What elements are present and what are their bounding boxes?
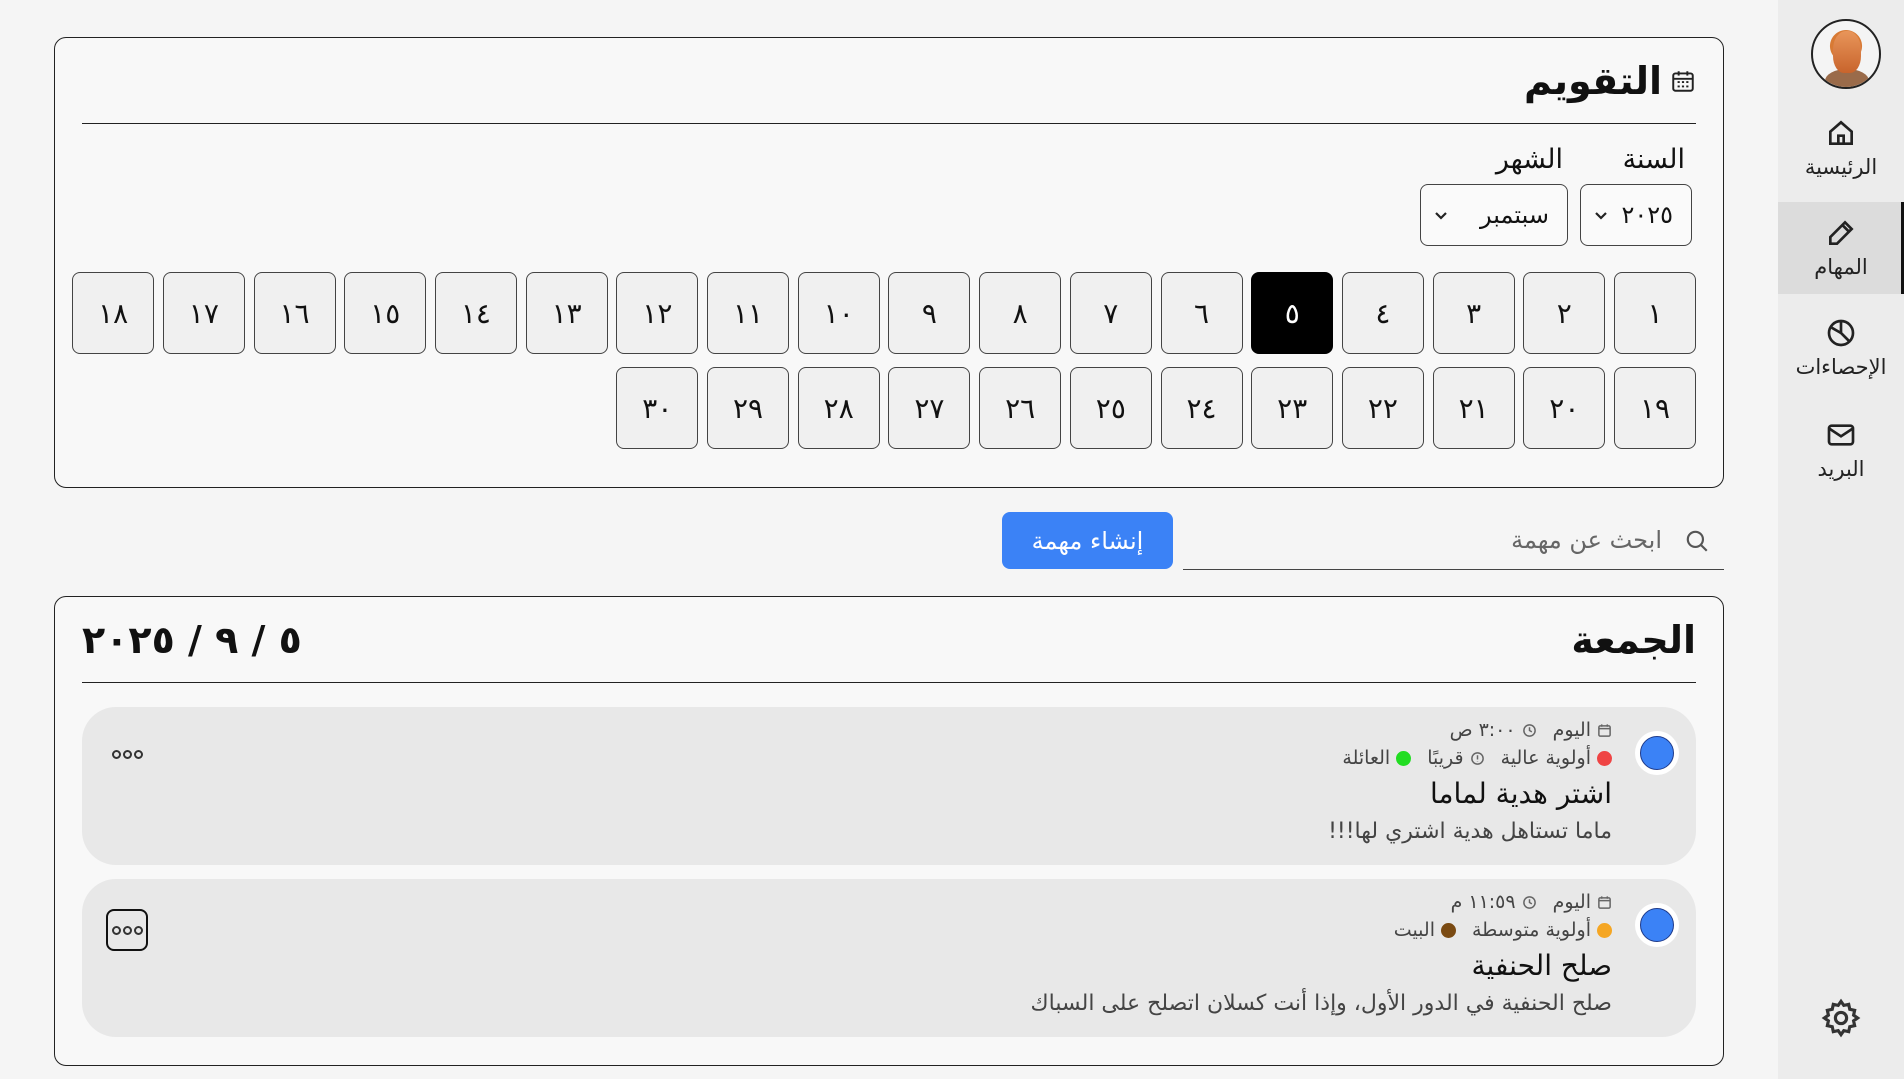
- pencil-icon: [1829, 220, 1854, 245]
- chevron-down-icon: [1435, 212, 1447, 220]
- calendar-day-button[interactable]: ٢٤: [1160, 367, 1243, 449]
- chart-pie-icon: [1827, 319, 1855, 347]
- task-more-button[interactable]: [106, 733, 148, 775]
- task-tags-row: أولوية متوسطة البيت: [1394, 919, 1612, 941]
- calendar-day-button[interactable]: ٢٣: [1251, 367, 1334, 449]
- priority-dot: [1597, 922, 1612, 938]
- sidebar-item-mail[interactable]: البريد: [1778, 404, 1904, 496]
- day-name: الجمعة: [1571, 617, 1696, 662]
- month-label: الشهر: [1495, 144, 1563, 175]
- calendar-day-button[interactable]: ١٣: [525, 272, 608, 354]
- calendar-day-button[interactable]: ٢٧: [888, 367, 971, 449]
- task-category: البيت: [1393, 919, 1435, 941]
- alert-icon: [1470, 751, 1484, 765]
- calendar-day-button[interactable]: ٦: [1160, 272, 1243, 354]
- year-label: السنة: [1622, 144, 1685, 175]
- calendar-day-button[interactable]: ٢٢: [1341, 367, 1424, 449]
- calendar-day-button[interactable]: ١٩: [1614, 367, 1696, 449]
- calendar-day-button[interactable]: ١٦: [253, 272, 336, 354]
- calendar-day-button[interactable]: ١: [1614, 272, 1696, 354]
- search-icon: [1686, 530, 1708, 552]
- task-date: اليوم: [1552, 891, 1591, 913]
- task-tags-row: أولوية عالية قريبًا العائلة: [1342, 747, 1612, 769]
- sidebar-item-home[interactable]: الرئيسية: [1778, 102, 1904, 194]
- calendar-day-button[interactable]: ٤: [1341, 272, 1424, 354]
- sidebar-item-label: البريد: [1817, 457, 1865, 481]
- task-complete-toggle[interactable]: [1635, 903, 1679, 947]
- sidebar: الرئيسية المهام الإحصاءات البريد: [1778, 0, 1904, 1079]
- task-priority: أولوية عالية: [1500, 747, 1591, 769]
- task-time: ١١:٥٩ م: [1450, 891, 1516, 913]
- home-icon: [1829, 120, 1853, 145]
- task-time: ٣:٠٠ ص: [1449, 719, 1516, 741]
- calendar-day-button[interactable]: ١٠: [797, 272, 880, 354]
- task-description: ماما تستاهل هدية اشتري لها!!!: [1328, 819, 1612, 844]
- calendar-day-button[interactable]: ١٥: [344, 272, 427, 354]
- sidebar-item-label: المهام: [1814, 255, 1868, 279]
- calendar-day-button[interactable]: ٣: [1432, 272, 1515, 354]
- calendar-day-button[interactable]: ٥: [1251, 272, 1334, 354]
- calendar-icon: [1598, 723, 1611, 737]
- calendar-day-button[interactable]: ١٨: [72, 272, 155, 354]
- task-more-button[interactable]: [106, 909, 148, 951]
- calendar-day-button[interactable]: ٧: [1069, 272, 1152, 354]
- calendar-title: التقويم: [1523, 58, 1662, 103]
- sidebar-item-tasks[interactable]: المهام: [1778, 202, 1904, 294]
- category-dot: [1441, 922, 1456, 938]
- calendar-day-button[interactable]: ١٤: [434, 272, 517, 354]
- task-priority: أولوية متوسطة: [1472, 919, 1591, 941]
- task-title: صلح الحنفية: [1471, 949, 1612, 982]
- category-dot: [1396, 750, 1412, 766]
- calendar-day-button[interactable]: ٢٥: [1069, 367, 1152, 449]
- create-task-button[interactable]: إنشاء مهمة: [1002, 512, 1173, 569]
- mail-icon: [1827, 424, 1855, 446]
- year-select[interactable]: ٢٠٢٥: [1580, 184, 1692, 246]
- calendar-icon: [1598, 895, 1611, 909]
- calendar-day-button[interactable]: ٢٦: [979, 367, 1062, 449]
- task-due: قريبًا: [1427, 747, 1464, 769]
- task-description: صلح الحنفية في الدور الأول، وإذا أنت كسل…: [1030, 991, 1612, 1016]
- calendar-day-button[interactable]: ١١: [707, 272, 789, 354]
- task-complete-toggle[interactable]: [1635, 731, 1679, 775]
- month-select[interactable]: سبتمبر: [1420, 184, 1568, 246]
- sidebar-item-label: الرئيسية: [1804, 155, 1878, 179]
- search-box: [1183, 512, 1724, 570]
- priority-dot: [1597, 750, 1612, 766]
- calendar-day-button[interactable]: ٢: [1523, 272, 1606, 354]
- tasks-header: الجمعة ٥ / ٩ / ٢٠٢٥: [82, 597, 1696, 683]
- avatar[interactable]: [1811, 19, 1881, 89]
- selected-date: ٥ / ٩ / ٢٠٢٥: [82, 617, 302, 662]
- calendar-day-button[interactable]: ٢١: [1432, 367, 1515, 449]
- chevron-down-icon: [1595, 212, 1607, 220]
- search-input[interactable]: [1242, 522, 1662, 558]
- calendar-day-button[interactable]: ٨: [979, 272, 1062, 354]
- sidebar-item-stats[interactable]: الإحصاءات: [1778, 302, 1904, 394]
- task-item[interactable]: اليوم ١١:٥٩ م أولوية متوسطة البيت صلح ال…: [82, 879, 1696, 1037]
- calendar-day-button[interactable]: ١٢: [616, 272, 699, 354]
- calendar-day-button[interactable]: ٣٠: [616, 367, 699, 449]
- task-meta-row: اليوم ١١:٥٩ م: [1451, 891, 1612, 913]
- sidebar-item-label: الإحصاءات: [1795, 355, 1887, 379]
- task-title: اشتر هدية لماما: [1430, 777, 1612, 810]
- year-select-value: ٢٠٢٥: [1621, 201, 1673, 229]
- settings-button[interactable]: [1820, 997, 1862, 1039]
- calendar-day-button[interactable]: ١٧: [162, 272, 245, 354]
- calendar-day-button[interactable]: ٢٨: [797, 367, 880, 449]
- task-date: اليوم: [1552, 719, 1591, 741]
- task-meta-row: اليوم ٣:٠٠ ص: [1450, 719, 1612, 741]
- task-category: العائلة: [1342, 747, 1391, 769]
- clock-icon: [1522, 723, 1536, 737]
- calendar-icon: [1672, 70, 1694, 92]
- calendar-day-button[interactable]: ٢٩: [707, 367, 789, 449]
- calendar-header: التقويم: [82, 38, 1696, 124]
- gear-icon: [1821, 998, 1861, 1038]
- calendar-day-button[interactable]: ٩: [888, 272, 971, 354]
- calendar-card: التقويم السنة الشهر ٢٠٢٥ سبتمبر ١٢٣٤٥٦٧٨…: [54, 37, 1724, 488]
- clock-icon: [1522, 895, 1536, 909]
- calendar-day-button[interactable]: ٢٠: [1523, 367, 1606, 449]
- month-select-value: سبتمبر: [1480, 201, 1549, 229]
- tasks-card: الجمعة ٥ / ٩ / ٢٠٢٥ اليوم ٣:٠٠ ص أولوية …: [54, 596, 1724, 1066]
- task-item[interactable]: اليوم ٣:٠٠ ص أولوية عالية قريبًا العائلة…: [82, 707, 1696, 865]
